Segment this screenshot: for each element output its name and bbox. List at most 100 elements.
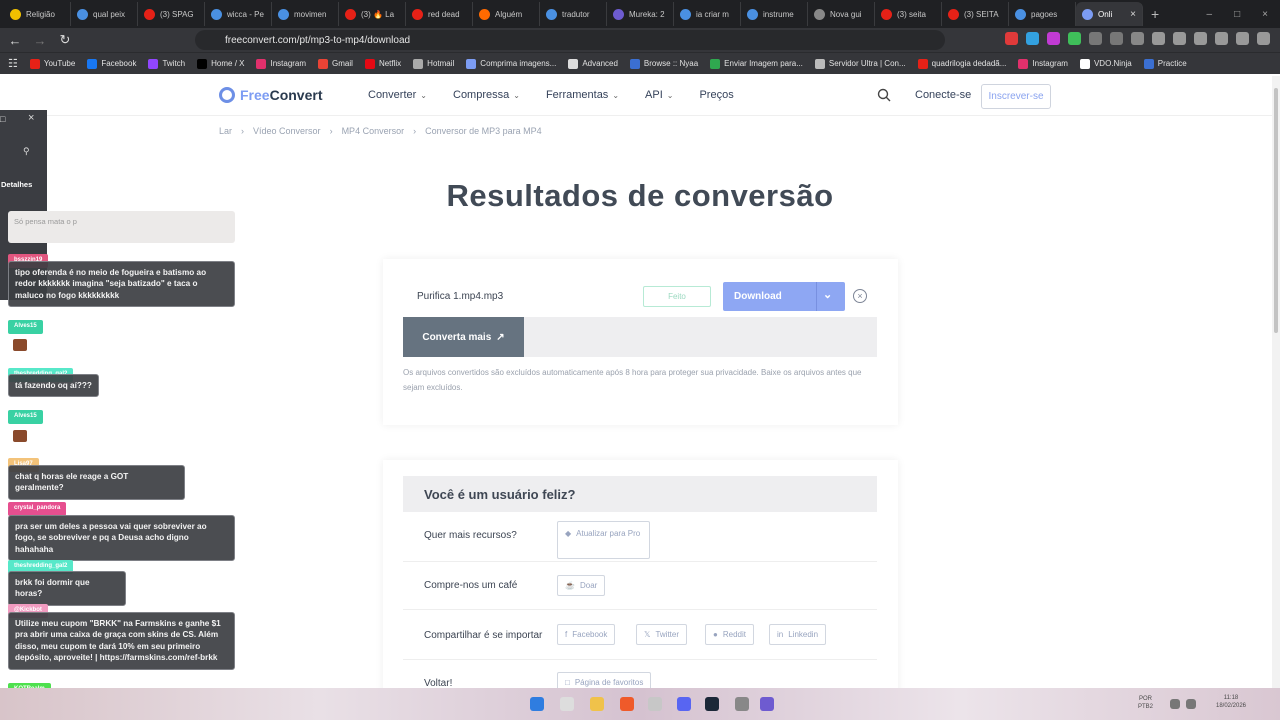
scrollbar-thumb[interactable] xyxy=(1274,88,1278,333)
extension-icon[interactable] xyxy=(1068,32,1081,45)
extension-icon[interactable] xyxy=(1026,32,1039,45)
folder-icon[interactable] xyxy=(590,697,604,711)
bookmark-item[interactable]: Facebook xyxy=(87,58,136,69)
bookmark-item[interactable]: Servidor Ultra | Con... xyxy=(814,58,906,69)
download-button[interactable]: Download ⌄ xyxy=(723,282,845,311)
nav-ferramentas[interactable]: Ferramentas ⌄ xyxy=(546,89,619,101)
browser-tab[interactable]: pagoes xyxy=(1009,2,1076,26)
bookmark-item[interactable]: Practice xyxy=(1143,58,1187,69)
reddit-share-button[interactable]: ● Reddit xyxy=(705,624,754,645)
upgrade-pro-button[interactable]: ◆ Atualizar para Pro xyxy=(557,521,650,559)
nav-precos[interactable]: Preços xyxy=(699,89,733,101)
nav-compressa[interactable]: Compressa ⌄ xyxy=(453,89,520,101)
window-icon[interactable]: □ xyxy=(0,114,5,124)
browser-tab[interactable]: Onli × xyxy=(1076,2,1143,26)
browser-tab[interactable]: tradutor xyxy=(540,2,607,26)
bookmark-item[interactable]: Home / X xyxy=(197,58,244,69)
music-icon[interactable] xyxy=(1173,32,1186,45)
browser-tab[interactable]: Religião xyxy=(4,2,71,26)
login-link[interactable]: Conecte-se xyxy=(915,89,971,101)
browser-tab[interactable]: wicca - Pe xyxy=(205,2,272,26)
address-bar[interactable]: freeconvert.com/pt/mp3-to-mp4/download xyxy=(195,30,945,50)
forward-icon[interactable]: → xyxy=(30,33,50,48)
chat-username[interactable]: crystal_pandora xyxy=(8,502,67,516)
browser-tab[interactable]: Alguém xyxy=(473,2,540,26)
discord-icon[interactable] xyxy=(677,697,691,711)
wifi-icon[interactable] xyxy=(1170,699,1180,709)
bookmark-item[interactable]: Hotmail xyxy=(413,58,454,69)
minimize-icon[interactable]: – xyxy=(1207,9,1213,20)
browser-tab[interactable]: (3) 🔥 La xyxy=(339,2,406,26)
bookmark-item[interactable]: VDO.Ninja xyxy=(1079,58,1132,69)
breadcrumb-item[interactable]: Vídeo Conversor xyxy=(253,126,321,136)
puzzle-icon[interactable] xyxy=(1131,32,1144,45)
details-tab[interactable]: Detalhes xyxy=(1,180,32,189)
browser-tab[interactable]: (3) SEITA xyxy=(942,2,1009,26)
search-icon[interactable] xyxy=(877,88,891,102)
reload-icon[interactable]: ↻ xyxy=(55,32,75,48)
bookmark-page-button[interactable]: □ Página de favoritos xyxy=(557,672,652,688)
close-icon[interactable]: × xyxy=(28,112,34,124)
download-icon[interactable] xyxy=(1152,32,1165,45)
bookmark-item[interactable]: Enviar Imagem para... xyxy=(710,58,803,69)
app-icon[interactable] xyxy=(648,697,662,711)
browser-tab[interactable]: (3) seita xyxy=(875,2,942,26)
browser-tab[interactable]: red dead xyxy=(406,2,473,26)
close-icon[interactable]: × xyxy=(1130,9,1136,20)
search-icon[interactable] xyxy=(560,697,574,711)
breadcrumb-item[interactable]: MP4 Conversor xyxy=(342,126,405,136)
site-logo[interactable]: Free Convert xyxy=(219,87,322,103)
apps-grid-icon[interactable]: ☷ xyxy=(8,57,18,70)
steam-icon[interactable] xyxy=(705,697,719,711)
extension-icon[interactable] xyxy=(1089,32,1102,45)
bookmark-item[interactable]: Browse :: Nyaa xyxy=(629,58,698,69)
browser-tab[interactable]: (3) SPAG xyxy=(138,2,205,26)
browser-tab[interactable]: ia criar m xyxy=(674,2,741,26)
convert-more-button[interactable]: Converta mais ↗ xyxy=(403,317,524,357)
search-icon[interactable]: ⚲ xyxy=(23,146,30,157)
bookmark-item[interactable]: quadrilogia dedadã... xyxy=(917,58,1006,69)
extension-icon[interactable] xyxy=(1110,32,1123,45)
bookmark-item[interactable]: Instagram xyxy=(1018,58,1068,69)
bookmark-item[interactable]: Gmail xyxy=(318,58,353,69)
start-icon[interactable] xyxy=(530,697,544,711)
facebook-share-button[interactable]: f Facebook xyxy=(557,624,616,645)
bookmark-item[interactable]: Comprima imagens... xyxy=(466,58,556,69)
nav-converter[interactable]: Converter ⌄ xyxy=(368,89,427,101)
chevron-down-icon[interactable]: ⌄ xyxy=(823,288,832,301)
browser-tab[interactable]: movimen xyxy=(272,2,339,26)
maximize-icon[interactable]: □ xyxy=(1234,9,1240,20)
browser-tab[interactable]: instrume xyxy=(741,2,808,26)
chat-username[interactable]: Alves15 xyxy=(8,410,43,424)
volume-icon[interactable] xyxy=(1186,699,1196,709)
brave-icon[interactable] xyxy=(620,697,634,711)
app-icon[interactable] xyxy=(760,697,774,711)
extension-icon[interactable] xyxy=(1047,32,1060,45)
bookmark-item[interactable]: Twitch xyxy=(148,58,185,69)
close-icon[interactable]: × xyxy=(1262,9,1268,20)
signup-button[interactable]: Inscrever-se xyxy=(981,84,1051,109)
language-indicator[interactable]: POR PTB2 xyxy=(1138,695,1153,711)
menu-icon[interactable] xyxy=(1257,32,1270,45)
clock[interactable]: 11:18 18/02/2026 xyxy=(1206,694,1256,710)
bookmark-item[interactable]: Instagram xyxy=(256,58,306,69)
close-icon[interactable]: × xyxy=(853,289,867,303)
settings-icon[interactable] xyxy=(735,697,749,711)
back-icon[interactable]: ← xyxy=(5,33,25,48)
bookmark-item[interactable]: Advanced xyxy=(568,58,618,69)
browser-tab[interactable]: Mureka: 2 xyxy=(607,2,674,26)
twitter-share-button[interactable]: 𝕏 Twitter xyxy=(636,624,688,645)
chat-username[interactable]: Alves15 xyxy=(8,320,43,334)
sidebar-icon[interactable] xyxy=(1194,32,1207,45)
linkedin-share-button[interactable]: in Linkedin xyxy=(769,624,827,645)
browser-tab[interactable]: qual peix xyxy=(71,2,138,26)
wallet-icon[interactable] xyxy=(1215,32,1228,45)
nav-api[interactable]: API ⌄ xyxy=(645,89,673,101)
shield-icon[interactable] xyxy=(1236,32,1249,45)
extension-icon[interactable] xyxy=(1005,32,1018,45)
donate-button[interactable]: ☕ Doar xyxy=(557,575,606,596)
new-tab-icon[interactable]: + xyxy=(1151,6,1159,22)
browser-tab[interactable]: Nova gui xyxy=(808,2,875,26)
bookmark-item[interactable]: YouTube xyxy=(29,58,75,69)
bookmark-item[interactable]: Netflix xyxy=(364,58,401,69)
